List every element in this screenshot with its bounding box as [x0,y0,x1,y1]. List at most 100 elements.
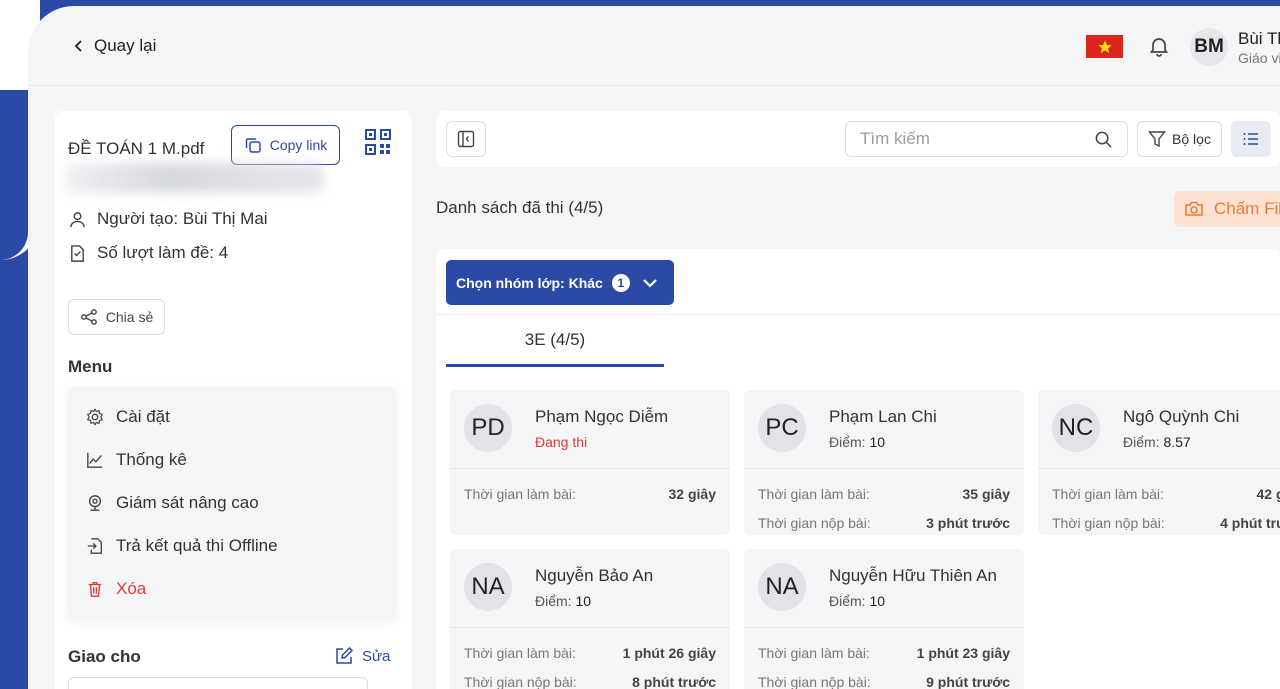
student-name: Phạm Lan Chi [829,407,937,426]
duration-label: Thời gian làm bài: [1052,485,1164,502]
score: Điểm: 10 [829,593,885,609]
exam-list-title: Danh sách đã thi (4/5) [436,198,604,217]
exam-filename: ĐỀ TOÁN 1 M.pdf [68,139,205,158]
score-prefix: Điểm: [829,593,866,609]
student-card[interactable]: NC Ngô Quỳnh Chi Điểm: 8.57 Thời gian là… [1038,390,1280,535]
chevron-down-icon [643,279,657,288]
submitted-label: Thời gian nộp bài: [758,673,871,689]
student-card[interactable]: NA Nguyễn Hữu Thiên An Điểm: 10 Thời gia… [744,549,1024,689]
score: Điểm: 10 [829,434,885,450]
background-shape [0,90,28,260]
submitted-label: Thời gian nộp bài: [1052,514,1165,531]
submitted-value: 3 phút trước [926,514,1010,531]
submitted-value: 8 phút trước [632,673,716,689]
edit-assign-button[interactable]: Sửa [334,646,390,666]
export-icon [87,538,102,554]
student-name: Phạm Ngọc Diễm [535,407,669,426]
menu-item-statistics[interactable]: Thống kê [86,450,187,470]
top-bar: Quay lại BM Bùi Thị Mai Giáo viên [28,6,1280,86]
menu-item-monitor[interactable]: Giám sát nâng cao [86,493,259,513]
submitted-value: 9 phút trước [926,673,1010,689]
avatar: NA [758,563,806,611]
user-name: Bùi Thị Mai [1238,29,1280,48]
duration-value: 1 phút 26 giây [622,644,716,661]
document-icon [71,244,84,262]
filter-label: Bộ lọc [1172,131,1211,147]
avatar[interactable]: BM [1190,28,1228,66]
assign-select[interactable] [68,677,368,689]
attempts-row: Số lượt làm đề: 4 [68,243,228,263]
list-icon [1243,133,1258,145]
score-prefix: Điểm: [1123,434,1160,450]
student-list-panel: Chọn nhóm lớp: Khác 1 3E (4/5) PD Phạm N… [436,249,1280,689]
camera-icon [1185,201,1203,216]
score-prefix: Điểm: [535,593,572,609]
group-label: Chọn nhóm lớp: Khác [456,274,603,291]
bell-icon[interactable] [1147,34,1171,58]
search-icon[interactable] [1094,130,1113,149]
menu-list: Cài đặt Thống kê Giám sát nâng cao Trả k… [68,387,396,621]
collapse-sidebar-button[interactable] [446,121,486,157]
edit-label: Sửa [362,647,391,665]
duration-value: 32 giây [668,485,716,502]
user-role: Giáo viên [1238,50,1280,66]
chart-icon [87,452,103,468]
redacted-date [63,163,325,193]
tab-3e[interactable]: 3E (4/5) [446,315,664,367]
copy-link-label: Copy link [269,137,328,153]
gear-icon [86,408,104,426]
grade-file-button[interactable]: Chấm File [1174,191,1280,227]
share-button[interactable]: Chia sẻ [68,299,165,335]
menu-item-label: Cài đặt [116,407,170,426]
student-card[interactable]: PD Phạm Ngọc Diễm Đang thi Thời gian làm… [450,390,730,535]
group-count-badge: 1 [611,273,630,292]
share-label: Chia sẻ [105,309,154,325]
back-button[interactable]: Quay lại [72,36,156,56]
language-flag[interactable] [1086,35,1123,58]
user-icon [70,211,85,227]
menu-item-offline-results[interactable]: Trả kết quả thi Offline [86,536,278,556]
chevron-left-icon [74,40,82,52]
list-toolbar: Bộ lọc [436,111,1280,167]
copy-link-button[interactable]: Copy link [231,125,340,165]
copy-icon [245,138,261,153]
menu-item-label: Trả kết quả thi Offline [116,536,278,555]
score: Điểm: 10 [535,593,591,609]
creator-text: Người tạo: Bùi Thị Mai [97,209,268,228]
star-icon [1097,39,1112,53]
student-card[interactable]: PC Phạm Lan Chi Điểm: 10 Thời gian làm b… [744,390,1024,535]
duration-label: Thời gian làm bài: [464,644,576,661]
filter-icon [1148,131,1166,148]
student-name: Nguyễn Hữu Thiên An [829,566,997,585]
monitor-icon [88,495,102,511]
grade-file-label: Chấm File [1214,199,1280,218]
edit-icon [336,646,354,664]
submitted-label: Thời gian nộp bài: [464,673,577,689]
menu-item-delete[interactable]: Xóa [86,579,146,599]
student-name: Ngô Quỳnh Chi [1123,407,1240,426]
duration-label: Thời gian làm bài: [758,485,870,502]
duration-label: Thời gian làm bài: [758,644,870,661]
filter-button[interactable]: Bộ lọc [1137,121,1222,157]
app-window: Quay lại BM Bùi Thị Mai Giáo viên ĐỀ TOÁ… [28,6,1280,689]
share-icon [80,309,97,325]
score-value: 10 [869,593,886,609]
submitted-label: Thời gian nộp bài: [758,514,871,531]
list-view-button[interactable] [1231,121,1271,157]
avatar: PD [464,404,512,452]
qr-code-icon[interactable] [365,129,391,155]
avatar: NC [1052,404,1100,452]
trash-icon [88,582,102,597]
class-group-select[interactable]: Chọn nhóm lớp: Khác 1 [446,260,674,305]
search-input[interactable] [860,129,1080,149]
search-box[interactable] [845,121,1128,157]
student-card[interactable]: NA Nguyễn Bảo An Điểm: 10 Thời gian làm … [450,549,730,689]
menu-item-label: Thống kê [116,450,187,469]
menu-item-settings[interactable]: Cài đặt [86,407,170,427]
student-name: Nguyễn Bảo An [535,566,654,585]
avatar: PC [758,404,806,452]
score-prefix: Điểm: [829,434,866,450]
duration-value: 35 giây [962,485,1010,502]
menu-item-label: Giám sát nâng cao [116,493,259,512]
menu-title: Menu [68,357,113,376]
